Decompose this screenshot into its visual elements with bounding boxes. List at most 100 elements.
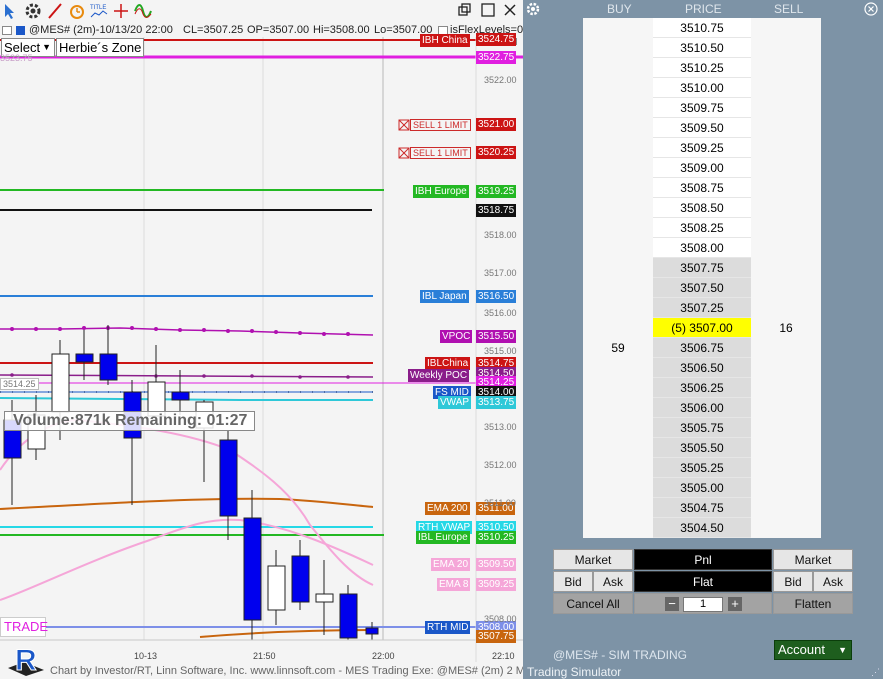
ladder-buy-cell[interactable]: [583, 518, 653, 538]
wave-indicator-icon[interactable]: [134, 2, 152, 20]
ladder-buy-cell[interactable]: 59: [583, 338, 653, 358]
ladder-row[interactable]: 3505.25: [583, 458, 823, 478]
ladder-sell-cell[interactable]: [751, 378, 821, 398]
ladder-buy-cell[interactable]: [583, 438, 653, 458]
ask-sell-button[interactable]: Ask: [813, 571, 853, 592]
ladder-buy-cell[interactable]: [583, 158, 653, 178]
ladder-row[interactable]: 3508.25: [583, 218, 823, 238]
ladder-sell-cell[interactable]: [751, 338, 821, 358]
ladder-row[interactable]: 3507.50: [583, 278, 823, 298]
ladder-sell-cell[interactable]: [751, 198, 821, 218]
resize-grip-icon[interactable]: ⋰: [871, 667, 881, 677]
ladder-sell-cell[interactable]: [751, 238, 821, 258]
quantity-stepper[interactable]: − 1 +: [634, 593, 772, 614]
settings-gear-icon[interactable]: [526, 2, 540, 16]
ladder-row[interactable]: 3504.75: [583, 498, 823, 518]
ladder-row[interactable]: 3508.00: [583, 238, 823, 258]
ladder-buy-cell[interactable]: [583, 58, 653, 78]
ladder-buy-cell[interactable]: [583, 78, 653, 98]
ladder-row[interactable]: 59 3506.75: [583, 338, 823, 358]
close-icon[interactable]: [503, 3, 517, 17]
ladder-sell-cell[interactable]: [751, 398, 821, 418]
ask-buy-button[interactable]: Ask: [593, 571, 633, 592]
ladder-sell-cell[interactable]: [751, 358, 821, 378]
quantity-input[interactable]: 1: [683, 597, 723, 612]
ladder-row[interactable]: 3510.25: [583, 58, 823, 78]
ladder-row[interactable]: 3505.00: [583, 478, 823, 498]
title-icon[interactable]: TITLE: [90, 2, 108, 20]
close-panel-icon[interactable]: [864, 2, 878, 16]
ladder-row[interactable]: 3509.00: [583, 158, 823, 178]
ladder-sell-cell[interactable]: [751, 218, 821, 238]
level-label-sell-limit-2[interactable]: SELL 1 LIMIT: [410, 147, 471, 159]
ladder-buy-cell[interactable]: [583, 198, 653, 218]
ladder-buy-cell[interactable]: [583, 478, 653, 498]
ladder-buy-cell[interactable]: [583, 418, 653, 438]
ladder-row[interactable]: 3506.50: [583, 358, 823, 378]
ladder-sell-cell[interactable]: [751, 58, 821, 78]
ladder-sell-cell[interactable]: [751, 118, 821, 138]
ladder-row[interactable]: 3507.25: [583, 298, 823, 318]
market-buy-button[interactable]: Market: [553, 549, 633, 570]
ladder-buy-cell[interactable]: [583, 278, 653, 298]
checkbox-icon[interactable]: [2, 26, 12, 35]
crosshair-icon[interactable]: [112, 2, 130, 20]
ladder-sell-cell[interactable]: [751, 458, 821, 478]
ladder-sell-cell[interactable]: [751, 518, 821, 538]
ladder-sell-cell[interactable]: [751, 138, 821, 158]
ladder-sell-cell[interactable]: [751, 178, 821, 198]
ladder-row[interactable]: 3505.50: [583, 438, 823, 458]
bid-buy-button[interactable]: Bid: [553, 571, 593, 592]
ladder-buy-cell[interactable]: [583, 178, 653, 198]
ladder-sell-cell[interactable]: [751, 438, 821, 458]
ladder-buy-cell[interactable]: [583, 398, 653, 418]
restore-window-icon[interactable]: [458, 3, 472, 17]
ladder-row[interactable]: 3505.75: [583, 418, 823, 438]
zone-dropdown[interactable]: Herbie´s Zone: [56, 38, 144, 57]
gear-icon[interactable]: [24, 2, 42, 20]
ladder-buy-cell[interactable]: [583, 358, 653, 378]
ladder-row[interactable]: 3506.00: [583, 398, 823, 418]
minus-icon[interactable]: −: [665, 597, 679, 611]
ladder-sell-cell[interactable]: [751, 98, 821, 118]
ladder-row[interactable]: 3509.50: [583, 118, 823, 138]
alarm-clock-icon[interactable]: [68, 2, 86, 20]
ladder-buy-cell[interactable]: [583, 38, 653, 58]
cancel-all-button[interactable]: Cancel All: [553, 593, 633, 614]
ladder-sell-cell[interactable]: [751, 258, 821, 278]
trade-button[interactable]: TRADE: [0, 617, 48, 637]
ladder-sell-cell[interactable]: [751, 38, 821, 58]
ladder-row[interactable]: 3504.50: [583, 518, 823, 538]
ladder-buy-cell[interactable]: [583, 118, 653, 138]
ladder-row[interactable]: (5) 3507.00 16: [583, 318, 823, 338]
ladder-sell-cell[interactable]: [751, 78, 821, 98]
ladder-buy-cell[interactable]: [583, 318, 653, 338]
draw-line-icon[interactable]: [46, 2, 64, 20]
ladder-buy-cell[interactable]: [583, 238, 653, 258]
ladder-row[interactable]: 3507.75: [583, 258, 823, 278]
ladder-row[interactable]: 3509.25: [583, 138, 823, 158]
plus-icon[interactable]: +: [728, 597, 742, 611]
ladder-buy-cell[interactable]: [583, 258, 653, 278]
level-label-sell-limit-1[interactable]: SELL 1 LIMIT: [410, 119, 471, 131]
maximize-icon[interactable]: [481, 3, 495, 17]
ladder-buy-cell[interactable]: [583, 18, 653, 38]
ladder-row[interactable]: 3510.00: [583, 78, 823, 98]
ladder-buy-cell[interactable]: [583, 378, 653, 398]
ladder-row[interactable]: 3506.25: [583, 378, 823, 398]
ladder-sell-cell[interactable]: [751, 478, 821, 498]
ladder-buy-cell[interactable]: [583, 298, 653, 318]
ladder-buy-cell[interactable]: [583, 138, 653, 158]
ladder-sell-cell[interactable]: [751, 158, 821, 178]
ladder-row[interactable]: 3508.75: [583, 178, 823, 198]
ladder-buy-cell[interactable]: [583, 218, 653, 238]
ladder-row[interactable]: 3508.50: [583, 198, 823, 218]
market-sell-button[interactable]: Market: [773, 549, 853, 570]
ladder-row[interactable]: 3509.75: [583, 98, 823, 118]
ladder-sell-cell[interactable]: [751, 418, 821, 438]
ladder-sell-cell[interactable]: [751, 498, 821, 518]
bid-sell-button[interactable]: Bid: [773, 571, 813, 592]
ladder-sell-cell[interactable]: [751, 278, 821, 298]
ladder-row[interactable]: 3510.75: [583, 18, 823, 38]
ladder-buy-cell[interactable]: [583, 98, 653, 118]
